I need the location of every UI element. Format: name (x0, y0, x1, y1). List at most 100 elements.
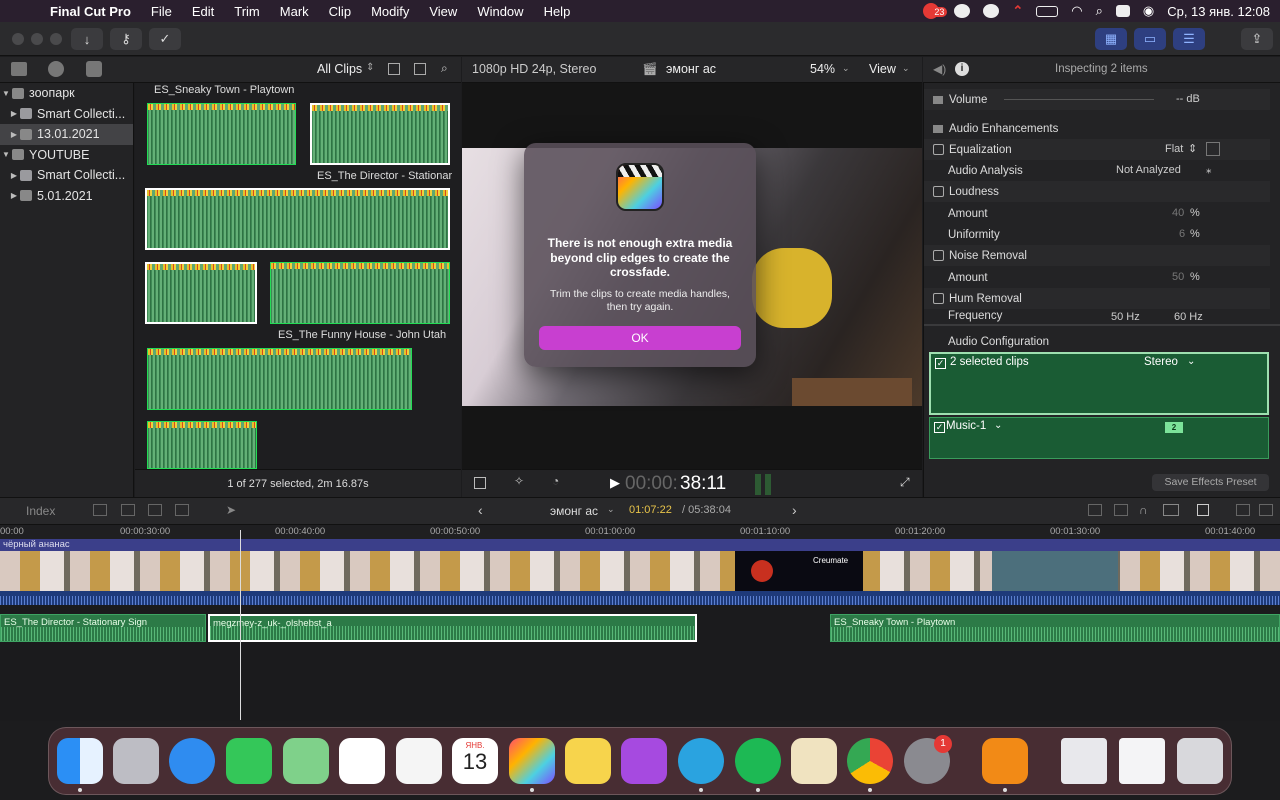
transitions-browser-icon[interactable] (1259, 504, 1273, 516)
menu-clip[interactable]: Clip (319, 4, 361, 19)
timeline-project-name[interactable]: эмонг ас (550, 504, 598, 518)
final-cut-pro-dock-icon[interactable] (509, 738, 555, 784)
menu-app[interactable]: Final Cut Pro (40, 4, 141, 19)
close-window-button[interactable] (12, 33, 24, 45)
menu-view[interactable]: View (419, 4, 467, 19)
zoom-menu[interactable]: 54% (810, 62, 835, 76)
audio-clip-thumbnail[interactable] (147, 103, 296, 165)
wifi-icon[interactable]: ◠ (1071, 3, 1082, 19)
menu-window[interactable]: Window (467, 4, 533, 19)
snapping-icon[interactable] (1163, 504, 1179, 516)
overwrite-clip-icon[interactable] (175, 504, 189, 516)
recent-document-icon[interactable] (1061, 738, 1107, 784)
back-arrow-icon[interactable]: ‹ (478, 502, 483, 518)
chrome-icon[interactable] (847, 738, 893, 784)
audio-clip-thumbnail[interactable] (147, 421, 257, 469)
infuse-icon[interactable] (982, 738, 1028, 784)
disclosure-down-icon[interactable]: ▼ (0, 150, 12, 159)
menu-file[interactable]: File (141, 4, 182, 19)
titles-generators-icon[interactable] (86, 61, 102, 77)
share-icon[interactable]: ⇪ (1241, 28, 1273, 50)
timeline-toggle-icon[interactable]: ▭ (1134, 28, 1166, 50)
control-center-icon[interactable] (1115, 5, 1130, 17)
frequency-60hz-option[interactable]: 60 Hz (1174, 311, 1203, 323)
menu-trim[interactable]: Trim (224, 4, 270, 19)
volume-slider[interactable] (1004, 99, 1154, 100)
audio-clip[interactable]: ES_Sneaky Town - Playtown (830, 614, 1280, 642)
library-item-smart-collections[interactable]: ▶ Smart Collecti... (0, 165, 133, 186)
audio-clip-thumbnail[interactable] (270, 262, 450, 324)
frequency-50hz-option[interactable]: 50 Hz (1111, 311, 1140, 323)
transform-icon[interactable] (474, 477, 486, 489)
title-track[interactable]: чёрный ананас (0, 539, 1280, 551)
eq-graph-icon[interactable] (1206, 142, 1220, 156)
primary-storyline-audio[interactable] (0, 591, 1280, 605)
disclosure-right-icon[interactable]: ▶ (8, 109, 20, 118)
info-icon[interactable]: i (955, 62, 969, 76)
trash-icon[interactable] (1177, 738, 1223, 784)
uniformity-value[interactable]: 6 (1179, 228, 1185, 240)
audio-inspector-icon[interactable]: ◀︎) (933, 62, 946, 76)
menu-help[interactable]: Help (534, 4, 581, 19)
keyword-icon[interactable]: ⚷ (110, 28, 142, 50)
telegram-icon[interactable] (678, 738, 724, 784)
spotify-icon[interactable] (735, 738, 781, 784)
menu-edit[interactable]: Edit (182, 4, 224, 19)
library-item-event-13-01[interactable]: ▶ 13.01.2021 (0, 124, 133, 145)
music-role-config[interactable]: ✓ Music-1 ⌄ 2 (929, 417, 1269, 459)
audio-enhancements-header[interactable]: Audio Enhancements (924, 118, 1270, 139)
menu-mark[interactable]: Mark (270, 4, 319, 19)
video-clip-thumbnail[interactable] (992, 551, 1118, 591)
play-status-icon[interactable] (983, 4, 1000, 18)
effects-browser-icon[interactable] (1236, 504, 1250, 516)
magic-wand-icon[interactable]: ⁎ (1206, 163, 1212, 176)
retime-icon[interactable]: ◔ (552, 474, 559, 488)
filmstrip-view-icon[interactable] (414, 63, 426, 75)
background-tasks-icon[interactable]: ✓ (149, 28, 181, 50)
clip-filter-menu[interactable]: All Clips (317, 62, 362, 76)
clip-appearance-icon[interactable] (388, 63, 400, 75)
menu-clock[interactable]: Ср, 13 янв. 12:08 (1167, 4, 1270, 19)
calendar-icon[interactable]: ЯНВ. 13 (452, 738, 498, 784)
append-clip-icon[interactable] (148, 504, 162, 516)
search-icon[interactable]: ⌕ (441, 61, 448, 76)
podcasts-icon[interactable] (621, 738, 667, 784)
video-scope-icon[interactable] (1088, 504, 1102, 516)
audio-skimming-icon[interactable] (1114, 504, 1128, 516)
noise-removal-checkbox[interactable] (933, 250, 944, 261)
finder-icon[interactable] (57, 738, 103, 784)
save-effects-preset-button[interactable]: Save Effects Preset (1152, 474, 1269, 491)
system-preferences-icon[interactable]: 1 (904, 735, 952, 784)
battery-icon[interactable] (1036, 5, 1059, 17)
search-icon[interactable]: ⌕ (1096, 3, 1103, 19)
library-item-youtube[interactable]: ▼ YOUTUBE (0, 145, 133, 166)
siri-icon[interactable]: ◉ (1143, 3, 1154, 19)
zoom-window-button[interactable] (50, 33, 62, 45)
panel-divider[interactable] (924, 324, 1280, 326)
index-button[interactable]: Index (26, 504, 55, 518)
messages-icon[interactable] (226, 738, 272, 784)
menu-modify[interactable]: Modify (361, 4, 419, 19)
launchpad-icon[interactable] (113, 738, 159, 784)
photos-audio-icon[interactable] (48, 61, 64, 77)
equalization-checkbox[interactable] (933, 144, 944, 155)
audio-clip[interactable]: ES_The Director - Stationary Sign (0, 614, 206, 642)
notification-icon[interactable]: 23 (923, 3, 948, 19)
disclosure-right-icon[interactable]: ▶ (8, 191, 20, 200)
notes-icon[interactable] (565, 738, 611, 784)
import-icon[interactable]: ↓ (71, 28, 103, 50)
insert-clip-icon[interactable] (121, 504, 135, 516)
hum-removal-checkbox[interactable] (933, 293, 944, 304)
video-clip-thumbnail[interactable]: Creumate (735, 551, 863, 591)
browser-toggle-icon[interactable]: ▦ (1095, 28, 1127, 50)
forward-arrow-icon[interactable]: › (792, 502, 797, 518)
play-icon[interactable]: ▶ (610, 475, 620, 491)
pause-status-icon[interactable] (954, 4, 971, 18)
volume-value[interactable]: -- dB (1176, 93, 1200, 105)
channel-config-menu[interactable]: Stereo (1144, 356, 1178, 368)
amount-value[interactable]: 40 (1172, 207, 1184, 219)
library-item-zoo[interactable]: ▼ зоопарк (0, 83, 133, 104)
ok-button[interactable]: OK (539, 326, 741, 350)
timeline-ruler[interactable]: 00:00 00:00:30:00 00:00:40:00 00:00:50:0… (0, 525, 1280, 539)
audio-clip-thumbnail[interactable] (147, 348, 412, 410)
